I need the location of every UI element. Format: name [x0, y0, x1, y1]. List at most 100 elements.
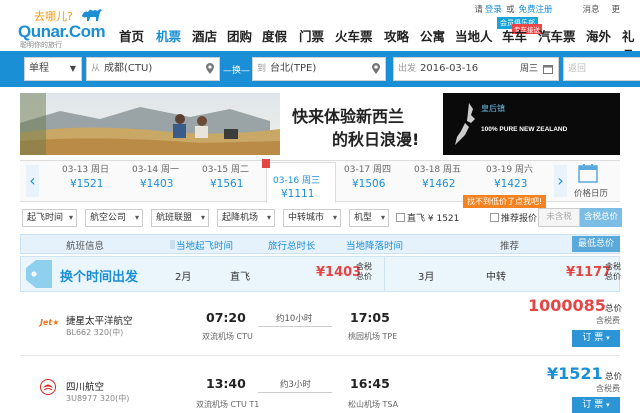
book-label: 订 票 [582, 400, 604, 410]
col-duration[interactable]: 旅行总时长 [268, 238, 316, 252]
promo-right-tax: 含税 总价 [605, 262, 621, 282]
trip-type-value: 单程 [29, 63, 49, 74]
flight-price[interactable]: 1000085 [528, 296, 606, 315]
promo-right-month: 3月 [418, 272, 435, 283]
location-pin-icon [372, 63, 380, 74]
date-tab[interactable]: 03-17 周四 ¥1506 [344, 162, 414, 200]
return-hint: 返回 [568, 64, 587, 74]
price-suffix: 总价 [605, 372, 623, 382]
sort-icon [170, 240, 175, 249]
date-tab[interactable]: 03-14 周一 ¥1403 [132, 162, 202, 200]
airline-name: 四川航空 [66, 382, 105, 393]
logo-slogan: 聪明你的旅行 [20, 41, 62, 49]
checkbox-icon [396, 213, 405, 222]
nav-vacation[interactable]: 度假 [262, 26, 287, 45]
col-lowest-price[interactable]: 最低总价 [572, 236, 620, 252]
to-city-input[interactable]: 到台北(TPE) [252, 57, 386, 81]
location-pin-icon [206, 63, 214, 74]
direct-only-checkbox[interactable]: 直飞 ¥ 1521 [396, 211, 459, 224]
direct-price: ¥ 1521 [427, 214, 460, 224]
results-column-header [20, 234, 620, 254]
from-value: 成都(CTU) [104, 63, 153, 74]
nav-apartments[interactable]: 公寓 [420, 26, 445, 45]
col-arrival-time[interactable]: 当地降落时间 [346, 238, 403, 252]
depart-time: 07:20 [206, 310, 246, 325]
nav-trains[interactable]: 火车票 [335, 26, 373, 45]
nav-overseas[interactable]: 海外 [586, 26, 611, 45]
direct-label: 直飞 [407, 214, 426, 224]
flight-duration: 约3小时 [280, 380, 311, 390]
total-label: 总价 [356, 272, 372, 281]
from-city-input[interactable]: 从成都(CTU) [86, 57, 220, 81]
price-calendar-link[interactable]: 价格日历 [574, 187, 608, 199]
price-tag-icon [26, 260, 52, 288]
login-link[interactable]: 登录 [485, 5, 502, 15]
filter-alliance[interactable]: 航班联盟 [151, 209, 209, 227]
filter-airports[interactable]: 起降机场 [217, 209, 275, 227]
depart-airport: 双流机场 CTU T1 [196, 400, 260, 409]
nav-bus[interactable]: 汽车票 [538, 26, 576, 45]
nav-home[interactable]: 首页 [119, 26, 144, 45]
date-label: 03-13 周日 [62, 165, 110, 175]
next-dates-button[interactable]: › [554, 165, 567, 197]
banner-brand-en: 100% PURE NEW ZEALAND [481, 126, 568, 133]
nav-locals[interactable]: 当地人 [455, 26, 493, 45]
promo-left-month: 2月 [175, 272, 192, 283]
trip-type-select[interactable]: 单程 ▼ [24, 57, 82, 81]
book-button[interactable]: 订 票 ▾ [572, 330, 620, 347]
return-date-input[interactable]: 返回 [563, 57, 640, 81]
filter-transfer-city[interactable]: 中转城市 [283, 209, 341, 227]
to-value: 台北(TPE) [270, 63, 317, 74]
nav-cars[interactable]: 车车 [502, 26, 527, 45]
prev-dates-button[interactable]: ‹ [26, 165, 39, 197]
nav-hotels[interactable]: 酒店 [192, 26, 217, 45]
nav-group-buy[interactable]: 团购 [227, 26, 252, 45]
promo-divider [384, 257, 385, 291]
date-label: 03-19 周六 [486, 165, 534, 175]
recommend-checkbox[interactable]: 推荐报价 [490, 211, 537, 224]
date-tab-selected[interactable]: 03-16 周三 ¥1111 [266, 162, 336, 203]
promo-left-price[interactable]: ¥1403 [316, 265, 361, 280]
qunar-logo[interactable]: Qunar.Com [18, 22, 106, 42]
promo-left-tax: 含税 总价 [356, 262, 372, 282]
filter-depart-time[interactable]: 起飞时间 [22, 209, 77, 227]
tax-excluded-toggle[interactable]: 未含税 [538, 208, 580, 227]
flight-price[interactable]: ¥1521 [547, 364, 603, 383]
tax-included-toggle[interactable]: 含税总价 [580, 208, 622, 227]
more-link[interactable]: 更 [611, 5, 620, 15]
chevron-right-icon: › [557, 171, 564, 190]
price-calendar-icon[interactable] [578, 163, 598, 183]
col-depart-time[interactable]: 当地起飞时间 [176, 238, 233, 252]
from-hint: 从 [91, 64, 101, 74]
promo-title: 换个时间出发 [60, 270, 139, 285]
messages-link[interactable]: 消息 [582, 5, 599, 15]
date-price: ¥1521 [70, 178, 104, 190]
login-prefix: 请 [474, 5, 483, 15]
swap-cities-button[interactable]: —换— [223, 63, 250, 76]
checkbox-icon [490, 213, 499, 222]
date-price: ¥1403 [140, 178, 174, 190]
date-label: 03-16 周三 [273, 176, 321, 186]
flight-duration: 约10小时 [276, 314, 313, 324]
tax-label: 含税 [356, 262, 372, 271]
date-price: ¥1506 [352, 178, 386, 190]
date-tab[interactable]: 03-13 周日 ¥1521 [62, 162, 132, 200]
tax-note: 含税费 [596, 316, 620, 325]
nav-tickets[interactable]: 门票 [299, 26, 324, 45]
promo-right-type: 中转 [486, 272, 506, 283]
nav-flights[interactable]: 机票 [156, 26, 181, 45]
book-button[interactable]: 订 票 ▾ [572, 397, 620, 413]
tax-note: 含税费 [596, 384, 620, 393]
nav-guides[interactable]: 攻略 [384, 26, 409, 45]
banner-brand-panel[interactable]: 皇后镇 100% PURE NEW ZEALAND [443, 93, 620, 155]
duration-line [258, 392, 332, 393]
depart-date-input[interactable]: 出发 2016-03-16 周三 [393, 57, 559, 81]
filter-airline[interactable]: 航空公司 [85, 209, 143, 227]
register-link[interactable]: 免费注册 [518, 5, 552, 15]
low-price-tip[interactable]: 找不到低价了点我吧! [463, 195, 547, 208]
new-zealand-map-icon [455, 103, 475, 145]
depart-time: 13:40 [206, 376, 246, 391]
col-recommend: 推荐 [500, 241, 520, 252]
arrive-time: 17:05 [350, 310, 390, 325]
filter-aircraft[interactable]: 机型 [349, 209, 389, 227]
